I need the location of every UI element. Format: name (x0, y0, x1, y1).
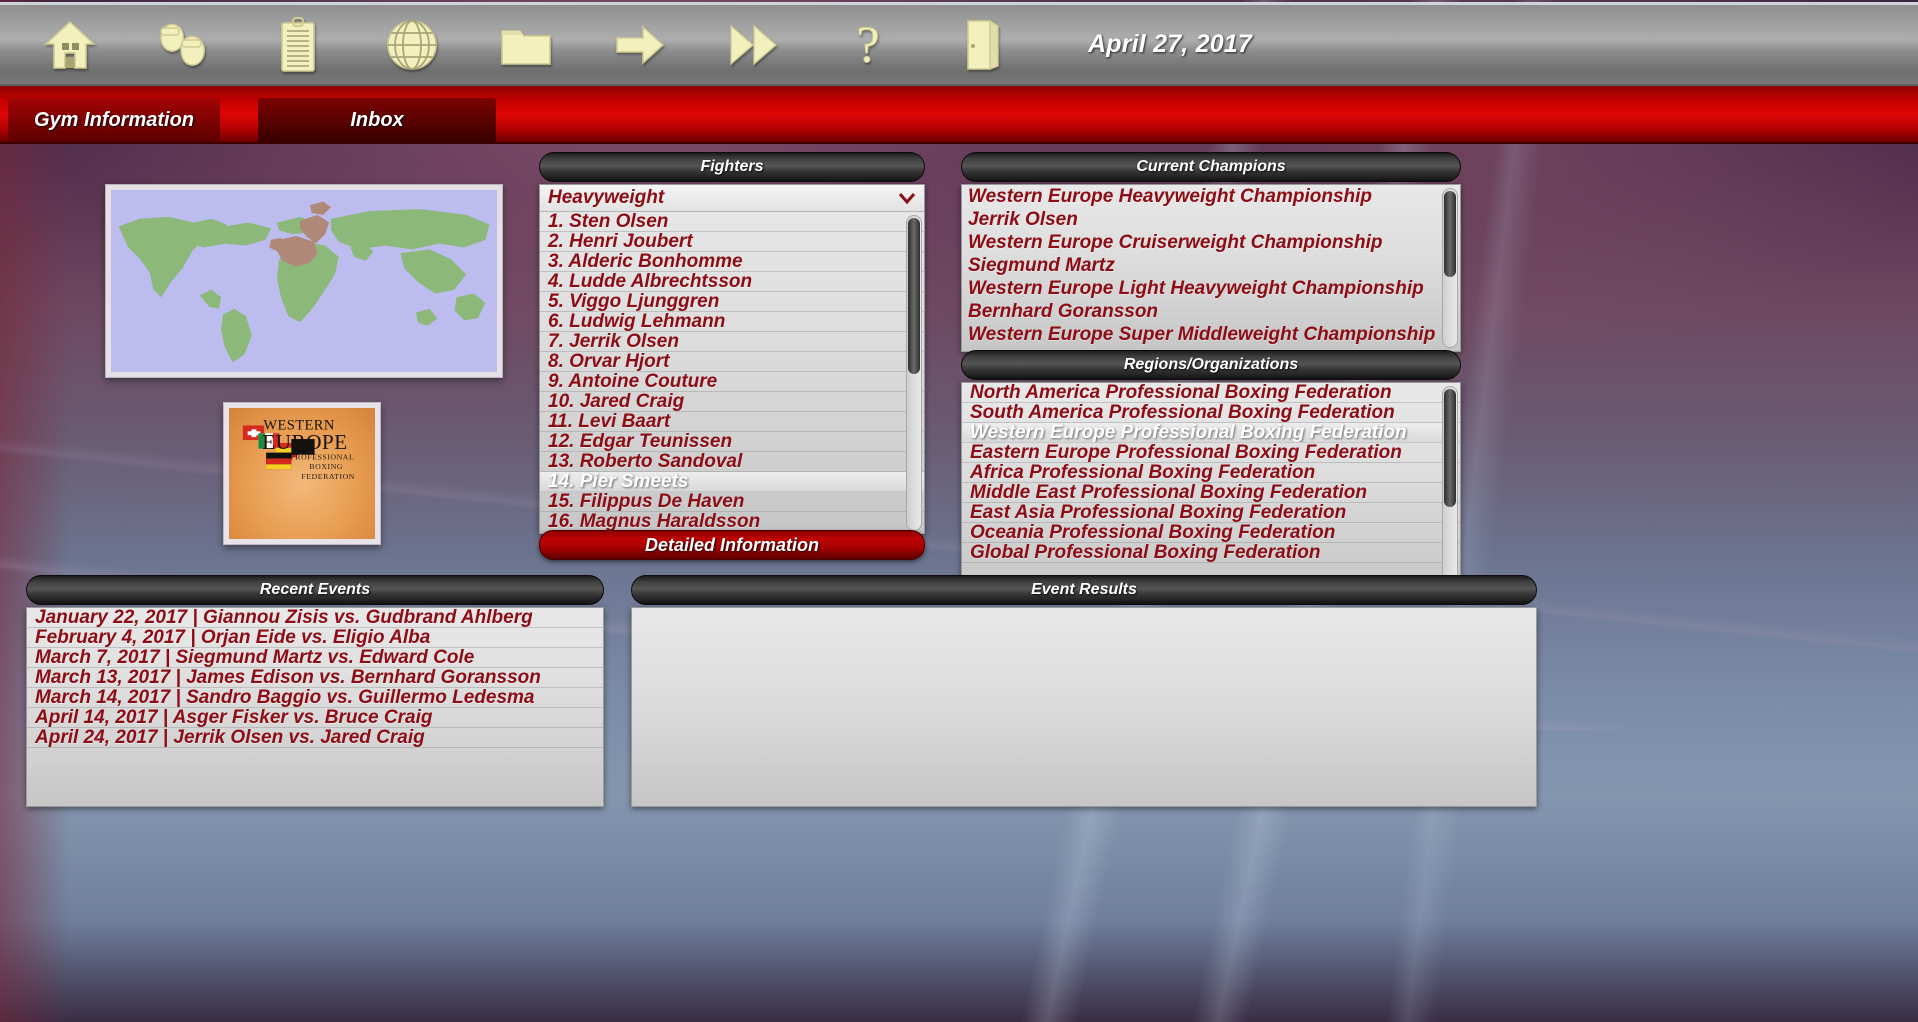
logo-line-5: FEDERATION (301, 472, 355, 481)
region-list-item[interactable]: South America Professional Boxing Federa… (962, 403, 1460, 423)
region-list-item[interactable]: Western Europe Professional Boxing Feder… (962, 423, 1460, 443)
tab-inbox[interactable]: Inbox (258, 98, 496, 142)
current-champions-panel: Current Champions Western Europe Heavywe… (961, 152, 1461, 352)
federation-logo: WESTERN EUROPE PROFESSIONAL BOXING FEDER… (229, 408, 375, 539)
federation-logo-frame: WESTERN EUROPE PROFESSIONAL BOXING FEDER… (223, 402, 381, 545)
champions-scrollbar-thumb[interactable] (1444, 191, 1456, 277)
fighter-list-item[interactable]: 3. Alderic Bonhomme (540, 252, 924, 272)
recent-events-title: Recent Events (26, 575, 604, 605)
fighter-list-item[interactable]: 12. Edgar Teunissen (540, 432, 924, 452)
region-list-item[interactable]: Global Professional Boxing Federation (962, 543, 1460, 563)
fighter-list-item[interactable]: 8. Orvar Hjort (540, 352, 924, 372)
logo-line-2: EUROPE (262, 430, 347, 454)
weight-class-dropdown[interactable]: Heavyweight (540, 185, 924, 212)
champion-list-item: Bernhard Goransson (962, 300, 1460, 323)
champion-list-item: Western Europe Cruiserweight Championshi… (962, 231, 1460, 254)
fighter-list-item[interactable]: 4. Ludde Albrechtsson (540, 272, 924, 292)
fighters-panel: Fighters Heavyweight 1. Sten Olsen2. Hen… (539, 152, 925, 534)
regions-scrollbar[interactable] (1442, 386, 1458, 586)
recent-event-item[interactable]: March 13, 2017 | James Edison vs. Bernha… (27, 668, 603, 688)
recent-event-item[interactable]: February 4, 2017 | Orjan Eide vs. Eligio… (27, 628, 603, 648)
logo-line-4: BOXING (309, 462, 343, 471)
fighter-list-item[interactable]: 14. Pier Smeets (540, 472, 924, 492)
fighter-list-item[interactable]: 1. Sten Olsen (540, 212, 924, 232)
recent-event-item[interactable]: March 7, 2017 | Siegmund Martz vs. Edwar… (27, 648, 603, 668)
champion-list-item: Western Europe Light Heavyweight Champio… (962, 277, 1460, 300)
regions-organizations-panel: Regions/Organizations North America Prof… (961, 350, 1461, 590)
world-map-frame (105, 184, 503, 378)
fighter-list-item[interactable]: 16. Magnus Haraldsson (540, 512, 924, 532)
arrow-right-icon[interactable] (596, 7, 684, 83)
svg-text:?: ? (856, 18, 879, 72)
recent-event-item[interactable]: March 14, 2017 | Sandro Baggio vs. Guill… (27, 688, 603, 708)
recent-events-panel: Recent Events January 22, 2017 | Giannou… (26, 575, 604, 807)
fighter-list-item[interactable]: 11. Levi Baart (540, 412, 924, 432)
world-map[interactable] (111, 190, 497, 372)
chevron-down-icon (898, 192, 916, 204)
champion-list-item: Western Europe Super Middleweight Champi… (962, 323, 1460, 346)
event-results-panel: Event Results (631, 575, 1537, 807)
folder-icon[interactable] (482, 7, 570, 83)
fighter-list-item[interactable]: 6. Ludwig Lehmann (540, 312, 924, 332)
recent-event-item[interactable]: April 14, 2017 | Asger Fisker vs. Bruce … (27, 708, 603, 728)
detailed-information-button[interactable]: Detailed Information (539, 530, 925, 560)
fast-forward-icon[interactable] (710, 7, 798, 83)
question-mark-icon[interactable]: ? (824, 7, 912, 83)
fighter-list-item[interactable]: 9. Antoine Couture (540, 372, 924, 392)
champions-panel-title: Current Champions (961, 152, 1461, 182)
fighters-scrollbar[interactable] (906, 215, 922, 531)
region-list-item[interactable]: Africa Professional Boxing Federation (962, 463, 1460, 483)
champion-list-item: Siegmund Martz (962, 254, 1460, 277)
event-results-title: Event Results (631, 575, 1537, 605)
regions-list[interactable]: North America Professional Boxing Federa… (962, 383, 1460, 563)
champions-list: Western Europe Heavyweight ChampionshipJ… (962, 185, 1460, 346)
home-icon[interactable] (26, 7, 114, 83)
region-list-item[interactable]: East Asia Professional Boxing Federation (962, 503, 1460, 523)
exit-door-icon[interactable] (938, 7, 1026, 83)
logo-line-3: PROFESSIONAL (290, 452, 354, 461)
region-list-item[interactable]: Middle East Professional Boxing Federati… (962, 483, 1460, 503)
fighter-list-item[interactable]: 7. Jerrik Olsen (540, 332, 924, 352)
game-date: April 27, 2017 (1088, 30, 1252, 59)
champions-scrollbar[interactable] (1442, 188, 1458, 348)
regions-scrollbar-thumb[interactable] (1444, 389, 1456, 507)
weight-class-value: Heavyweight (548, 187, 664, 209)
recent-events-list[interactable]: January 22, 2017 | Giannou Zisis vs. Gud… (27, 608, 603, 748)
globe-icon[interactable] (368, 7, 456, 83)
tab-bar: Gym Information Inbox (0, 86, 1918, 144)
champion-list-item: Western Europe Heavyweight Championship (962, 185, 1460, 208)
main-toolbar: ? April 27, 2017 (0, 2, 1918, 86)
fighter-list-item[interactable]: 15. Filippus De Haven (540, 492, 924, 512)
region-list-item[interactable]: Eastern Europe Professional Boxing Feder… (962, 443, 1460, 463)
tab-gym-information[interactable]: Gym Information (8, 98, 220, 142)
regions-panel-title: Regions/Organizations (961, 350, 1461, 380)
recent-event-item[interactable]: April 24, 2017 | Jerrik Olsen vs. Jared … (27, 728, 603, 748)
champion-list-item: Jerrik Olsen (962, 208, 1460, 231)
fighter-list-item[interactable]: 10. Jared Craig (540, 392, 924, 412)
fighters-panel-title: Fighters (539, 152, 925, 182)
clipboard-icon[interactable] (254, 7, 342, 83)
fighters-list[interactable]: 1. Sten Olsen2. Henri Joubert3. Alderic … (540, 212, 924, 532)
recent-event-item[interactable]: January 22, 2017 | Giannou Zisis vs. Gud… (27, 608, 603, 628)
fighter-list-item[interactable]: 5. Viggo Ljunggren (540, 292, 924, 312)
region-list-item[interactable]: North America Professional Boxing Federa… (962, 383, 1460, 403)
boxing-gloves-icon[interactable] (140, 7, 228, 83)
fighters-scrollbar-thumb[interactable] (908, 218, 920, 374)
fighter-list-item[interactable]: 2. Henri Joubert (540, 232, 924, 252)
fighter-list-item[interactable]: 13. Roberto Sandoval (540, 452, 924, 472)
region-list-item[interactable]: Oceania Professional Boxing Federation (962, 523, 1460, 543)
